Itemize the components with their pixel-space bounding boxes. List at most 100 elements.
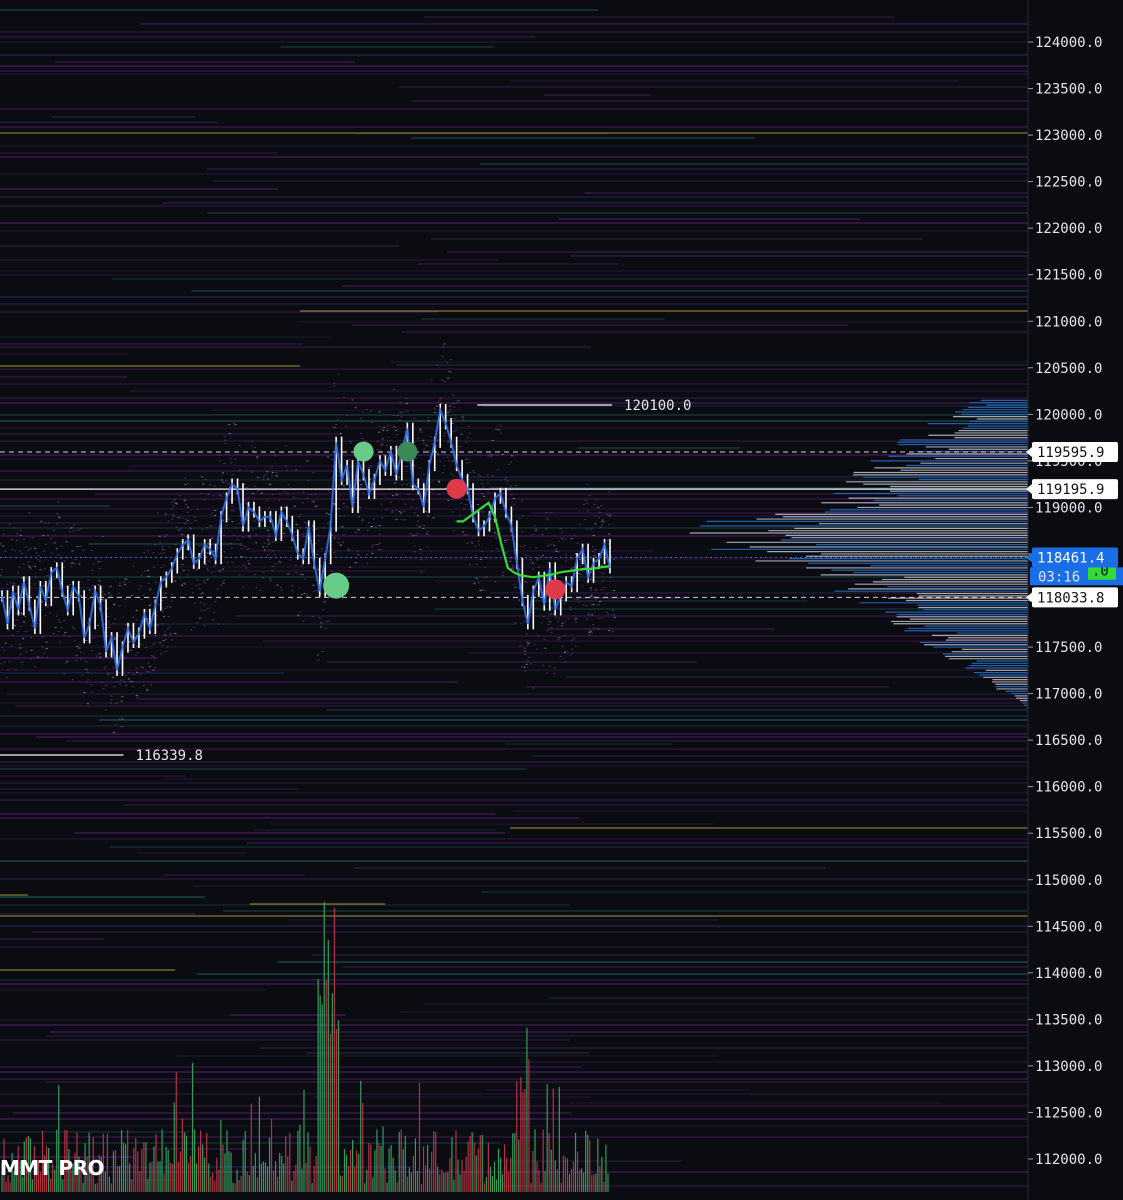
heatmap-cell	[109, 586, 112, 588]
heatmap-cell	[611, 631, 614, 633]
heatmap-cell	[426, 531, 429, 533]
heatmap-cell	[225, 480, 228, 482]
heatmap-cell	[25, 579, 28, 581]
heatmap-cell	[34, 565, 37, 567]
heatmap-cell	[76, 646, 79, 648]
heatmap-cell	[8, 523, 11, 525]
heatmap-cell	[436, 364, 439, 366]
heatmap-cell	[565, 560, 568, 562]
heatmap-cell	[542, 616, 545, 618]
heatmap-cell	[88, 589, 91, 591]
heatmap-cell	[41, 601, 44, 603]
heatmap-cell	[413, 512, 416, 514]
heatmap-cell	[501, 493, 504, 495]
heatmap-cell	[232, 510, 235, 512]
heatmap-cell	[146, 609, 149, 611]
heatmap-cell	[195, 585, 198, 587]
heatmap-cell	[563, 652, 566, 654]
heatmap-cell	[349, 440, 352, 442]
heatmap-cell	[163, 631, 166, 633]
heatmap-cell	[391, 509, 394, 511]
heatmap-cell	[250, 471, 253, 473]
heatmap-cell	[125, 684, 128, 686]
heatmap-cell	[125, 645, 128, 647]
heatmap-cell	[438, 460, 441, 462]
heatmap-cell	[199, 601, 202, 603]
heatmap-cell	[495, 428, 498, 430]
heatmap-cell	[207, 494, 210, 496]
heatmap-cell	[57, 619, 60, 621]
heatmap-cell	[3, 649, 6, 651]
heatmap-cell	[250, 440, 253, 442]
heatmap-cell	[555, 550, 558, 552]
heatmap-cell	[337, 508, 340, 510]
heatmap-cell	[217, 555, 220, 557]
heatmap-cell	[558, 540, 561, 542]
heatmap-cell	[271, 570, 274, 572]
heatmap-cell	[123, 628, 126, 630]
heatmap-cell	[409, 532, 412, 534]
heatmap-cell	[75, 660, 78, 662]
heatmap-cell	[92, 637, 95, 639]
heatmap-cell	[154, 635, 157, 637]
heatmap-cell	[438, 480, 441, 482]
heatmap-cell	[351, 398, 354, 400]
heatmap-cell	[443, 435, 446, 437]
heatmap-cell	[355, 562, 358, 564]
heatmap-cell	[118, 672, 121, 674]
heatmap-cell	[256, 476, 259, 478]
heatmap-cell	[600, 617, 603, 619]
trade-marker	[397, 441, 418, 462]
heatmap-cell	[251, 445, 254, 447]
heatmap-cell	[266, 545, 269, 547]
heatmap-cell	[613, 616, 616, 618]
heatmap-cell	[431, 489, 434, 491]
heatmap-cell	[602, 521, 605, 523]
heatmap-cell	[102, 600, 105, 602]
heatmap-cell	[241, 548, 244, 550]
heatmap-cell	[571, 597, 574, 599]
heatmap-cell	[19, 529, 22, 531]
heatmap-cell	[231, 474, 234, 476]
heatmap-cell	[220, 480, 223, 482]
heatmap-cell	[320, 593, 323, 595]
heatmap-cell	[73, 563, 76, 565]
heatmap-cell	[354, 531, 357, 533]
heatmap-cell	[57, 554, 60, 556]
heatmap-cell	[256, 456, 259, 458]
trade-marker	[446, 478, 467, 499]
heatmap-cell	[578, 601, 581, 603]
chart-canvas[interactable]: 120100.0 116339.8 124000.0 123500.0 123000.…	[0, 0, 1123, 1200]
orderflow-chart[interactable]: 120100.0 116339.8 124000.0 123500.0 123000.…	[0, 0, 1123, 1200]
heatmap-cell	[228, 432, 231, 434]
heatmap-cell	[536, 648, 539, 650]
heatmap-cell	[113, 618, 116, 620]
heatmap-cell	[452, 394, 455, 396]
heatmap-cell	[366, 554, 369, 556]
heatmap-cell	[430, 379, 433, 381]
heatmap-cell	[87, 598, 90, 600]
heatmap-cell	[502, 571, 505, 573]
heatmap-cell	[497, 429, 500, 431]
heatmap-cell	[277, 560, 280, 562]
heatmap-cell	[571, 652, 574, 654]
heatmap-cell	[208, 484, 211, 486]
heatmap-cell	[180, 517, 183, 519]
heatmap-cell	[306, 497, 309, 499]
heatmap-cell	[20, 552, 23, 554]
price-axis[interactable]: 124000.0 123500.0 123000.0 122500.0 122000.0…	[1026, 0, 1123, 1200]
axis-tick-label: 117000.0	[1035, 687, 1102, 703]
heatmap-cell	[163, 615, 166, 617]
heatmap-cell	[483, 495, 486, 497]
heatmap-cell	[451, 460, 454, 462]
heatmap-cell	[284, 465, 287, 467]
heatmap-cell	[584, 518, 587, 520]
heatmap-cell	[46, 657, 49, 659]
heatmap-cell	[179, 578, 182, 580]
heatmap-cell	[106, 615, 109, 617]
heatmap-cell	[2, 533, 5, 535]
axis-tick-label: 123000.0	[1035, 128, 1102, 144]
heatmap-cell	[374, 526, 377, 528]
heatmap-cell	[512, 565, 515, 567]
heatmap-cell	[579, 565, 582, 567]
